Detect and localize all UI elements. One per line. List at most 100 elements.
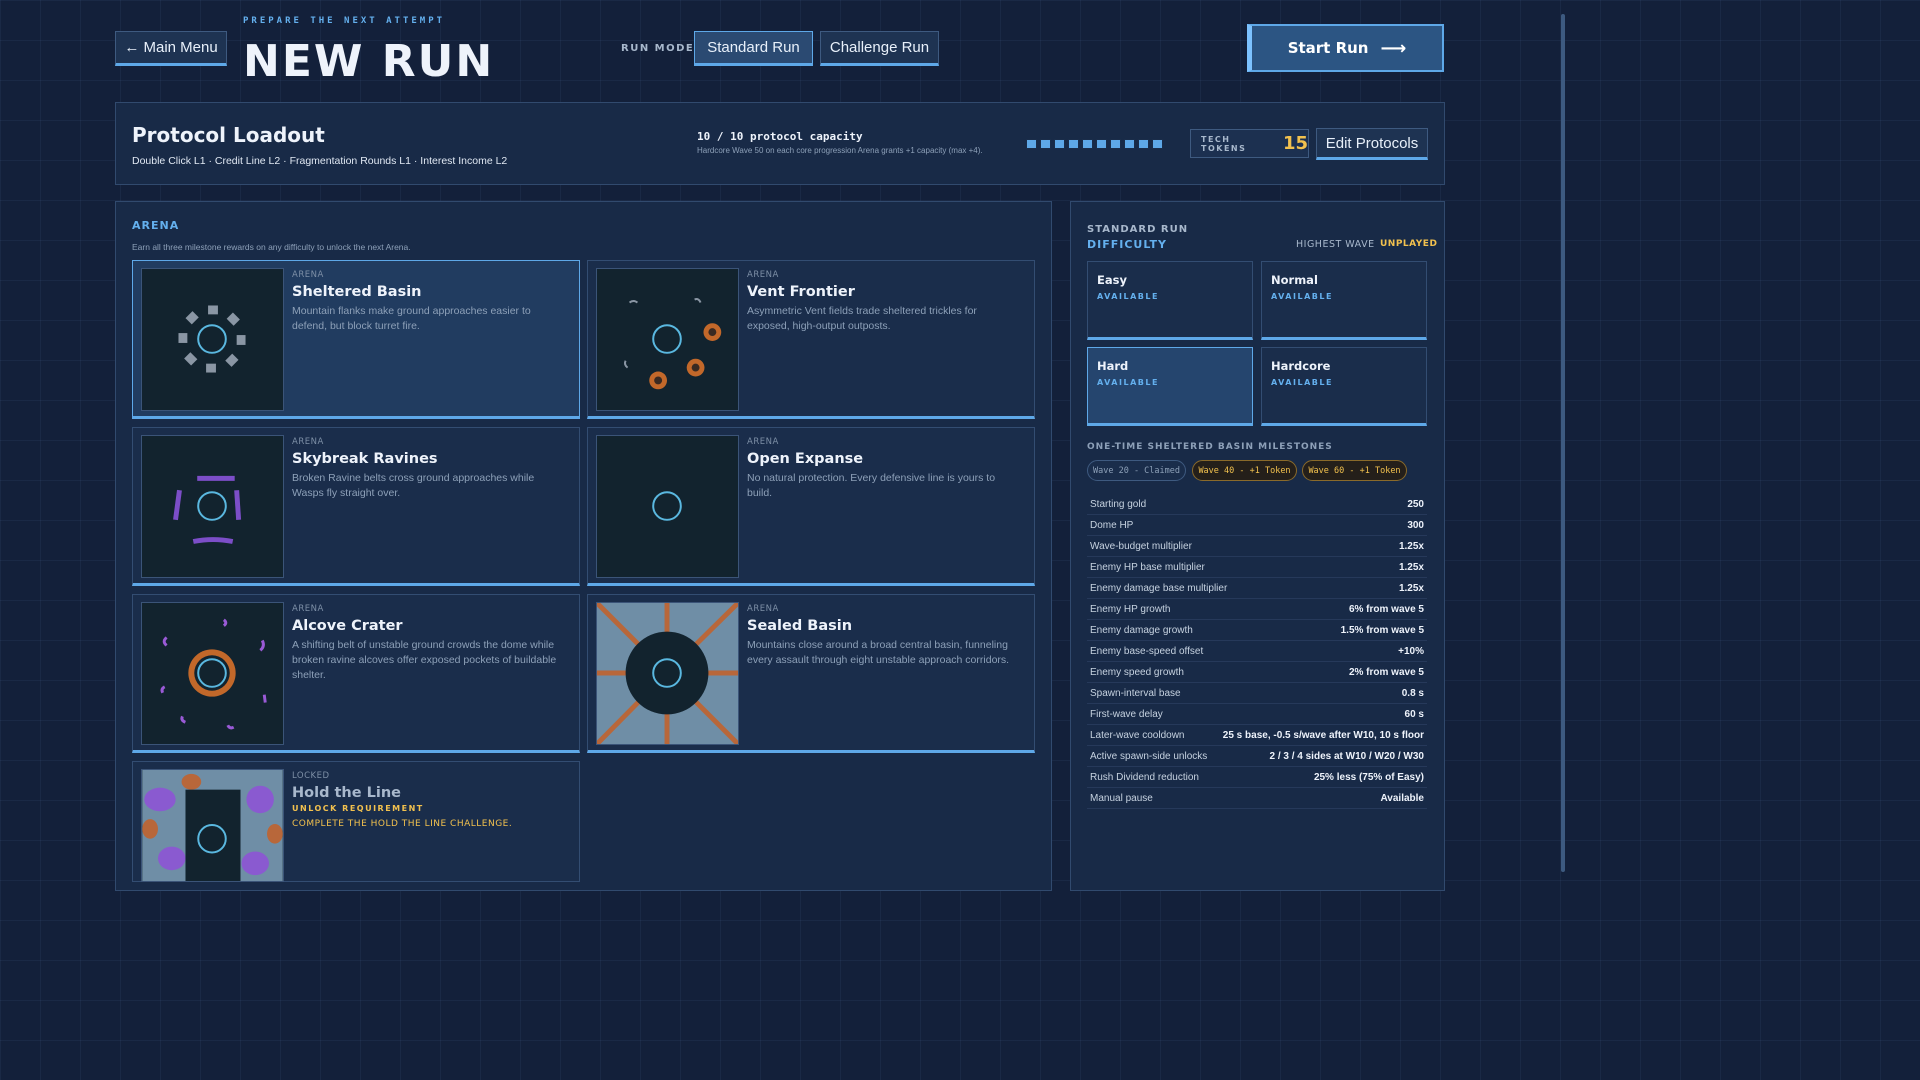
stat-value: 1.25x <box>1398 540 1424 552</box>
start-run-button[interactable]: Start Run ⟶ <box>1247 24 1444 72</box>
challenge-run-tab[interactable]: Challenge Run <box>820 31 939 66</box>
stat-value: 0.8 s <box>1401 687 1424 699</box>
capacity-segment <box>1124 139 1135 149</box>
stat-value: 1.5% from wave 5 <box>1340 624 1424 636</box>
stat-row: Rush Dividend reduction 25% less (75% of … <box>1087 767 1427 788</box>
capacity-text: 10 / 10 protocol capacity <box>697 130 863 143</box>
arena-card-open-expanse[interactable]: ARENA Open Expanse No natural protection… <box>587 427 1035 586</box>
stat-value: 2% from wave 5 <box>1348 666 1424 678</box>
unlock-requirement-text: COMPLETE THE HOLD THE LINE CHALLENGE. <box>292 819 513 829</box>
arena-card-desc: Mountain flanks make ground approaches e… <box>292 305 531 332</box>
stat-label: Rush Dividend reduction <box>1090 771 1199 783</box>
stat-label: Enemy damage growth <box>1090 624 1193 636</box>
difficulty-easy[interactable]: Easy AVAILABLE <box>1087 261 1253 340</box>
difficulty-name: Hardcore <box>1271 359 1331 373</box>
arena-card-tag: ARENA <box>747 604 779 614</box>
arena-thumbnail <box>596 602 739 745</box>
stat-row: Wave-budget multiplier 1.25x <box>1087 536 1427 557</box>
stat-value: Available <box>1380 792 1424 804</box>
milestones-heading: ONE-TIME SHELTERED BASIN MILESTONES <box>1087 442 1333 452</box>
difficulty-name: Normal <box>1271 273 1318 287</box>
stat-row: Enemy damage base multiplier 1.25x <box>1087 578 1427 599</box>
stat-row: Enemy HP base multiplier 1.25x <box>1087 557 1427 578</box>
scrollbar[interactable] <box>1561 14 1565 872</box>
stat-row: Active spawn-side unlocks 2 / 3 / 4 sides… <box>1087 746 1427 767</box>
stat-value: 1.25x <box>1398 561 1424 573</box>
arena-card-tag: ARENA <box>747 270 779 280</box>
highest-wave-value: UNPLAYED <box>1380 239 1438 249</box>
arena-card-desc: Broken Ravine belts cross ground approac… <box>292 472 535 499</box>
start-run-label: Start Run <box>1287 39 1369 57</box>
stat-value: 6% from wave 5 <box>1348 603 1424 615</box>
stat-value: 25 s base, -0.5 s/wave after W10, 10 s f… <box>1222 729 1424 741</box>
difficulty-status: AVAILABLE <box>1097 378 1159 387</box>
milestone-chip-wave-60: Wave 60 - +1 Token <box>1302 460 1407 481</box>
stat-row: Starting gold 250 <box>1087 494 1427 515</box>
standard-run-tab[interactable]: Standard Run <box>694 31 813 66</box>
stat-value: 25% less (75% of Easy) <box>1313 771 1424 783</box>
arena-thumbnail <box>141 435 284 578</box>
stat-label: Enemy damage base multiplier <box>1090 582 1228 594</box>
edit-protocols-button[interactable]: Edit Protocols <box>1316 128 1428 160</box>
difficulty-normal[interactable]: Normal AVAILABLE <box>1261 261 1427 340</box>
capacity-segment <box>1040 139 1051 149</box>
arena-card-name: Hold the Line <box>292 785 401 801</box>
stat-row: Enemy base-speed offset +10% <box>1087 641 1427 662</box>
arena-heading: ARENA <box>132 219 180 232</box>
difficulty-name: Easy <box>1097 273 1127 287</box>
stat-label: Active spawn-side unlocks <box>1090 750 1208 762</box>
stat-row: Spawn-interval base 0.8 s <box>1087 683 1427 704</box>
stat-label: Manual pause <box>1090 792 1153 804</box>
capacity-segment <box>1054 139 1065 149</box>
arena-thumbnail <box>141 602 284 745</box>
stat-label: Spawn-interval base <box>1090 687 1181 699</box>
stat-label: Dome HP <box>1090 519 1134 531</box>
difficulty-hard[interactable]: Hard AVAILABLE <box>1087 347 1253 426</box>
difficulty-name: Hard <box>1097 359 1129 373</box>
stat-row: First-wave delay 60 s <box>1087 704 1427 725</box>
stat-value: 250 <box>1407 498 1424 510</box>
arena-card-tag: ARENA <box>292 270 324 280</box>
stat-row: Enemy damage growth 1.5% from wave 5 <box>1087 620 1427 641</box>
stat-label: Starting gold <box>1090 498 1147 510</box>
arena-thumbnail <box>141 268 284 411</box>
capacity-segment <box>1110 139 1121 149</box>
capacity-meter <box>1026 139 1163 149</box>
stat-value: 2 / 3 / 4 sides at W10 / W20 / W30 <box>1269 750 1424 762</box>
arena-card-sheltered-basin[interactable]: ARENA Sheltered Basin Mountain flanks ma… <box>132 260 580 419</box>
arena-card-name: Sealed Basin <box>747 618 853 634</box>
stat-value: 1.25x <box>1398 582 1424 594</box>
tech-tokens-value: 15 <box>1282 133 1308 154</box>
arena-card-vent-frontier[interactable]: ARENA Vent Frontier Asymmetric Vent fiel… <box>587 260 1035 419</box>
arena-card-name: Alcove Crater <box>292 618 403 634</box>
tech-tokens-label: TECH TOKENS <box>1201 134 1247 153</box>
arena-thumbnail <box>141 769 284 882</box>
loadout-protocol-list: Double Click L1 · Credit Line L2 · Fragm… <box>132 155 508 167</box>
arena-card-skybreak-ravines[interactable]: ARENA Skybreak Ravines Broken Ravine bel… <box>132 427 580 586</box>
difficulty-status: AVAILABLE <box>1271 378 1333 387</box>
arena-thumbnail <box>596 268 739 411</box>
run-mode-label: RUN MODE <box>621 43 695 54</box>
arena-card-hold-the-line[interactable]: LOCKED Hold the Line UNLOCK REQUIREMENT … <box>132 761 580 882</box>
arena-card-desc: A shifting belt of unstable ground crowd… <box>292 639 557 681</box>
capacity-note: Hardcore Wave 50 on each core progressio… <box>697 146 983 155</box>
difficulty-hardcore[interactable]: Hardcore AVAILABLE <box>1261 347 1427 426</box>
capacity-segment <box>1026 139 1037 149</box>
stat-label: Wave-budget multiplier <box>1090 540 1192 552</box>
arena-card-name: Vent Frontier <box>747 284 855 300</box>
difficulty-heading-mode: STANDARD RUN <box>1087 224 1189 235</box>
arena-card-tag: ARENA <box>747 437 779 447</box>
stat-label: Enemy speed growth <box>1090 666 1184 678</box>
stat-label: Enemy base-speed offset <box>1090 645 1204 657</box>
main-menu-button[interactable]: ← Main Menu <box>115 31 227 66</box>
stat-row: Enemy HP growth 6% from wave 5 <box>1087 599 1427 620</box>
tech-tokens-display: TECH TOKENS 15 <box>1190 129 1309 158</box>
arena-card-alcove-crater[interactable]: ARENA Alcove Crater A shifting belt of u… <box>132 594 580 753</box>
arena-card-sealed-basin[interactable]: ARENA Sealed Basin Mountains close aroun… <box>587 594 1035 753</box>
arena-card-tag: ARENA <box>292 604 324 614</box>
milestone-chip-wave-20: Wave 20 - Claimed <box>1087 460 1186 481</box>
arena-card-desc: Mountains close around a broad central b… <box>747 639 1010 666</box>
difficulty-heading: DIFFICULTY <box>1087 238 1168 251</box>
stat-label: First-wave delay <box>1090 708 1163 720</box>
capacity-segment <box>1082 139 1093 149</box>
